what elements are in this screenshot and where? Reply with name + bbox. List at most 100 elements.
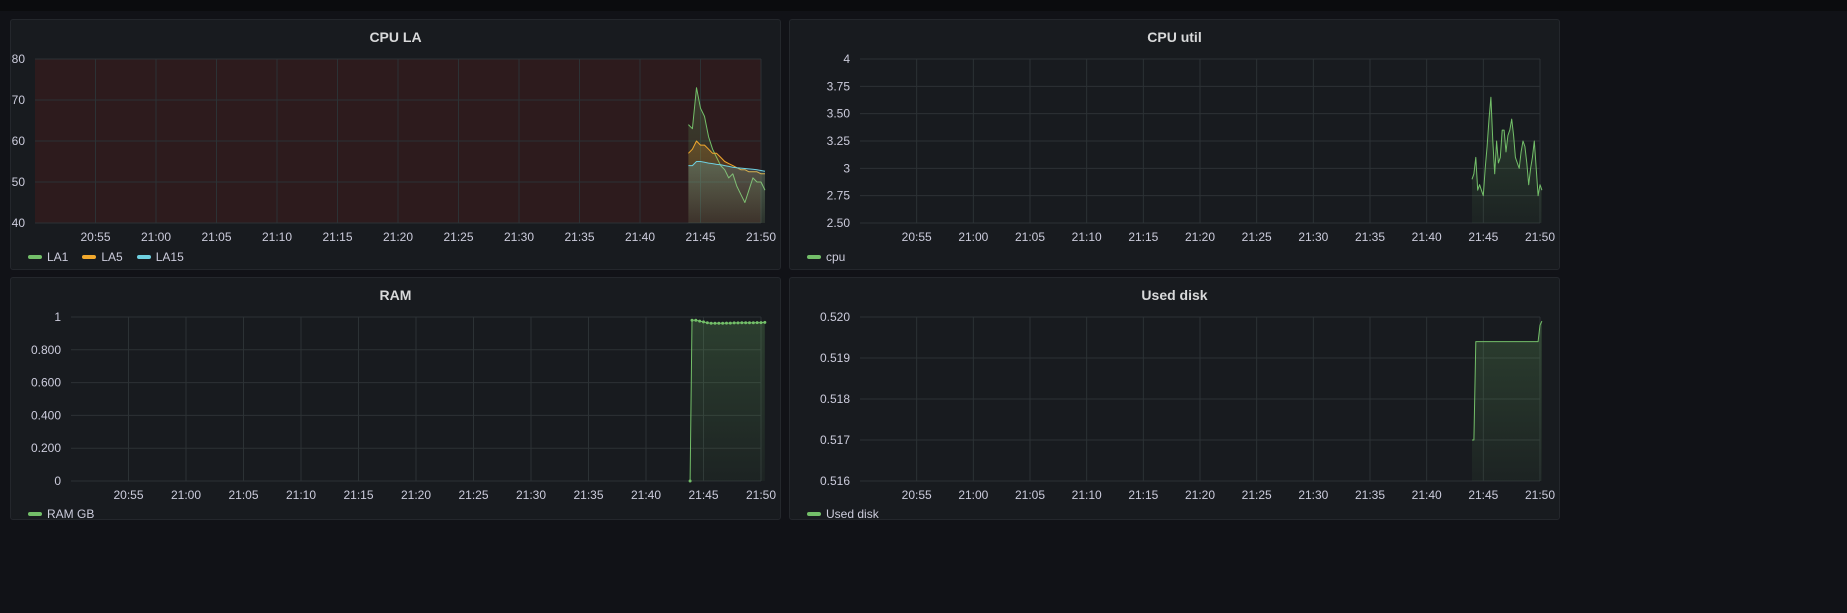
y-tick-label: 0.200 <box>31 441 61 455</box>
x-tick-label: 20:55 <box>902 488 932 502</box>
legend-label: LA15 <box>155 250 184 264</box>
chart-legend: Used disk <box>807 507 879 520</box>
x-tick-label: 21:40 <box>625 230 655 244</box>
data-point <box>751 321 755 325</box>
x-tick-label: 21:30 <box>1298 488 1328 502</box>
x-tick-label: 21:15 <box>322 230 352 244</box>
data-point <box>709 321 713 325</box>
y-tick-label: 3 <box>843 161 850 175</box>
y-tick-label: 0.517 <box>820 433 850 447</box>
legend-swatch <box>28 255 42 259</box>
x-tick-label: 21:30 <box>1298 230 1328 244</box>
y-tick-label: 0.400 <box>31 408 61 422</box>
x-tick-label: 21:40 <box>1412 488 1442 502</box>
y-tick-label: 0.519 <box>820 351 850 365</box>
x-tick-label: 21:45 <box>1468 488 1498 502</box>
x-tick-label: 21:00 <box>958 230 988 244</box>
x-tick-label: 21:25 <box>1242 488 1272 502</box>
legend-item[interactable]: cpu <box>807 250 845 264</box>
data-point <box>736 321 740 325</box>
x-tick-label: 21:10 <box>1072 230 1102 244</box>
legend-swatch <box>28 512 42 516</box>
y-tick-label: 0.518 <box>820 392 850 406</box>
data-point <box>688 479 692 483</box>
x-tick-label: 21:05 <box>228 488 258 502</box>
y-tick-label: 50 <box>12 175 26 189</box>
x-tick-label: 21:15 <box>343 488 373 502</box>
data-point <box>740 321 744 325</box>
y-tick-label: 0.520 <box>820 310 850 324</box>
x-tick-label: 21:05 <box>1015 488 1045 502</box>
y-tick-label: 70 <box>12 93 26 107</box>
data-point <box>690 318 694 322</box>
data-point <box>725 321 728 325</box>
x-tick-label: 21:25 <box>443 230 473 244</box>
data-point <box>713 321 717 325</box>
x-tick-label: 21:15 <box>1128 488 1158 502</box>
x-tick-label: 21:35 <box>573 488 603 502</box>
data-point <box>705 321 709 325</box>
y-tick-label: 3.75 <box>827 79 851 93</box>
legend-swatch <box>136 255 151 259</box>
legend-label: LA5 <box>101 250 123 264</box>
legend-item[interactable]: LA1 <box>28 250 68 264</box>
y-tick-label: 4 <box>843 52 850 66</box>
cpu-la-chart[interactable]: 40 50 60 70 80 20:55 21:00 21:05 21:10 21:15 21:20… <box>11 20 781 270</box>
legend-item[interactable]: Used disk <box>807 507 879 520</box>
legend-item[interactable]: RAM GB <box>28 507 95 520</box>
x-tick-label: 21:15 <box>1128 230 1158 244</box>
x-tick-label: 21:10 <box>286 488 316 502</box>
x-tick-label: 21:20 <box>383 230 413 244</box>
legend-label: Used disk <box>826 507 879 520</box>
legend-item[interactable]: LA15 <box>136 250 184 264</box>
x-tick-label: 21:45 <box>688 488 718 502</box>
series-area-cpu <box>1472 97 1542 223</box>
x-tick-label: 21:00 <box>171 488 201 502</box>
cpu-util-chart[interactable]: 2.50 2.75 3 3.25 3.50 3.75 4 20:55 21:00 21:05 21:… <box>790 20 1560 270</box>
x-tick-label: 20:55 <box>902 230 932 244</box>
panel-ram: RAM 0 0.200 0.400 0.600 0.800 1 20:55 21:00 21:0… <box>10 277 781 520</box>
data-point <box>728 321 732 325</box>
x-tick-label: 21:45 <box>685 230 715 244</box>
y-tick-label: 0 <box>54 474 61 488</box>
grid <box>71 316 762 482</box>
x-tick-label: 21:25 <box>1242 230 1272 244</box>
chart-legend: cpu <box>807 250 845 264</box>
y-tick-label: 0.516 <box>820 474 850 488</box>
y-tick-label: 80 <box>12 52 26 66</box>
x-tick-label: 21:40 <box>631 488 661 502</box>
legend-swatch <box>807 512 821 516</box>
panel-cpu-util: CPU util 2.50 2.75 3 3.25 3.50 3.75 4 20:55 21:0… <box>789 19 1560 270</box>
data-point <box>763 320 767 324</box>
used-disk-chart[interactable]: 0.516 0.517 0.518 0.519 0.520 20:55 21:00 21:05… <box>790 278 1560 520</box>
legend-item[interactable]: LA5 <box>82 250 123 264</box>
data-point <box>702 320 705 324</box>
y-tick-label: 1 <box>54 310 61 324</box>
grid <box>860 316 1541 482</box>
x-tick-label: 21:35 <box>1355 230 1385 244</box>
x-tick-label: 21:45 <box>1468 230 1498 244</box>
legend-label: LA1 <box>47 250 69 264</box>
x-tick-label: 21:10 <box>262 230 292 244</box>
chart-legend: RAM GB <box>28 507 95 520</box>
x-tick-label: 21:20 <box>1185 488 1215 502</box>
ram-chart[interactable]: 0 0.200 0.400 0.600 0.800 1 20:55 21:00 21:05 21:… <box>11 278 781 520</box>
y-tick-label: 3.50 <box>827 107 851 121</box>
x-tick-label: 21:05 <box>201 230 231 244</box>
panel-cpu-la: CPU LA 40 50 60 70 80 20:55 21:00 21:05 21:10 21:… <box>10 19 781 270</box>
x-tick-label: 21:40 <box>1412 230 1442 244</box>
x-tick-label: 21:50 <box>746 488 776 502</box>
legend-label: RAM GB <box>47 507 95 520</box>
x-tick-label: 21:00 <box>958 488 988 502</box>
x-tick-label: 21:35 <box>1355 488 1385 502</box>
data-point <box>698 319 702 323</box>
y-tick-label: 0.800 <box>31 343 61 357</box>
legend-label: cpu <box>826 250 846 264</box>
y-tick-label: 0.600 <box>31 376 61 390</box>
y-tick-label: 40 <box>12 216 26 230</box>
series-area-used-disk <box>1472 321 1542 481</box>
x-tick-label: 21:50 <box>1525 230 1555 244</box>
x-tick-label: 21:10 <box>1072 488 1102 502</box>
x-tick-label: 21:30 <box>516 488 546 502</box>
chart-legend: LA1 LA5 LA15 <box>28 250 184 264</box>
